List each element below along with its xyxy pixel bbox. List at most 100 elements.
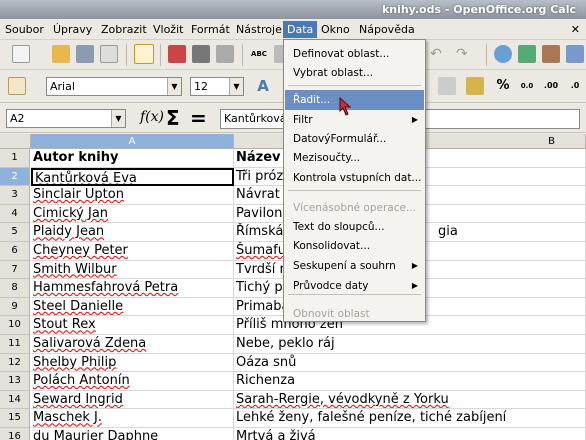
row-header[interactable]: 4 [0, 204, 30, 224]
author-cell[interactable]: Cimický Jan [31, 204, 234, 224]
author-cell[interactable]: Plaidy Jean [31, 223, 234, 242]
cell-text: Autor knihy [33, 150, 119, 165]
menu-vlozit[interactable]: Vložit [150, 22, 186, 37]
title-cell[interactable]: Mrtvá a živá [234, 428, 586, 440]
menu-upravy[interactable]: Úpravy [50, 22, 95, 37]
delete-decimal-icon[interactable]: .0 [566, 77, 584, 95]
data-menu-item: Obnovit oblast [285, 304, 424, 324]
row-header[interactable]: 16 [0, 428, 30, 440]
close-document-icon[interactable]: ✕ [571, 23, 580, 36]
author-cell[interactable]: Smith Wilbur [31, 260, 234, 280]
chevron-down-icon[interactable]: ▼ [167, 78, 181, 95]
row-header[interactable]: 14 [0, 390, 30, 410]
menu-nastroje[interactable]: Nástroje [233, 22, 285, 37]
row-header[interactable]: 11 [0, 335, 30, 354]
add-decimal-icon[interactable]: .00 [542, 77, 560, 95]
standard-format-icon[interactable]: 0.0 [518, 77, 536, 95]
chart-icon[interactable] [566, 45, 584, 63]
menu-soubor[interactable]: Soubor [2, 22, 47, 37]
author-cell[interactable]: Sinclair Upton [31, 186, 234, 205]
data-menu-item[interactable]: DatovýFormulář... [285, 129, 424, 149]
spellcheck-icon[interactable]: ABC [250, 45, 268, 63]
row-header[interactable]: 2 [0, 167, 30, 187]
hyperlink-icon[interactable] [494, 45, 512, 63]
sort-ascending-icon[interactable] [518, 45, 536, 63]
author-cell[interactable]: Steel Danielle [31, 297, 234, 317]
currency-format-icon[interactable] [466, 77, 484, 95]
author-cell[interactable]: Seward Ingrid [31, 390, 234, 410]
author-cell[interactable]: Shelby Philip [31, 353, 234, 373]
new-document-icon[interactable] [12, 45, 30, 63]
row-header[interactable]: 5 [0, 223, 30, 242]
title-cell[interactable]: Nebe, peklo ráj [234, 335, 586, 354]
menu-okno[interactable]: Okno [318, 22, 353, 37]
open-icon[interactable] [52, 45, 70, 63]
font-size-combo[interactable]: 12 ▼ [190, 77, 244, 96]
font-color-a-icon[interactable]: A [254, 77, 272, 95]
author-cell[interactable]: Kantůrková Eva [31, 167, 234, 187]
title-cell[interactable]: Richenza [234, 372, 586, 391]
data-menu-item[interactable]: Konsolidovat... [285, 236, 424, 256]
align-icon[interactable] [438, 77, 456, 95]
menu-napoveda[interactable]: Nápověda [356, 22, 418, 37]
mouse-cursor-icon [339, 97, 352, 116]
row-header[interactable]: 7 [0, 260, 30, 280]
row-header[interactable]: 1 [0, 149, 30, 168]
data-menu-item[interactable]: Vybrat oblast... [285, 63, 424, 83]
edit-file-icon[interactable] [134, 44, 154, 64]
data-menu-item[interactable]: Průvodce daty ▶ [285, 276, 424, 296]
select-all-corner[interactable] [0, 134, 31, 149]
print-icon[interactable] [192, 45, 210, 63]
sum-icon[interactable]: Σ [166, 106, 180, 130]
sort-descending-icon[interactable] [542, 45, 560, 63]
row-header[interactable]: 3 [0, 186, 30, 205]
page-preview-icon[interactable] [216, 45, 234, 63]
toolbar-separator [160, 44, 161, 66]
data-menu-item[interactable]: Definovat oblast... [285, 44, 424, 64]
header-cell-author[interactable]: Autor knihy [31, 149, 234, 168]
author-cell[interactable]: Stout Rex [31, 316, 234, 335]
email-icon[interactable] [100, 45, 118, 63]
chevron-down-icon[interactable]: ▼ [111, 110, 125, 127]
redo-icon[interactable]: ↷ [456, 45, 474, 63]
row-header[interactable]: 13 [0, 372, 30, 391]
row-header[interactable]: 6 [0, 242, 30, 261]
data-menu-item[interactable]: Text do sloupců... [285, 217, 424, 237]
data-menu-item[interactable]: Seskupení a souhrn ▶ [285, 256, 424, 276]
menu-zobrazit[interactable]: Zobrazit [98, 22, 150, 37]
row-header[interactable]: 12 [0, 353, 30, 373]
row-header[interactable]: 9 [0, 297, 30, 317]
name-box[interactable]: A2 ▼ [6, 109, 126, 128]
font-name-combo[interactable]: Arial ▼ [46, 77, 182, 96]
author-cell[interactable]: Salivarová Zdena [31, 335, 234, 354]
data-menu-item[interactable]: Mezisoučty... [285, 148, 424, 168]
styles-icon[interactable] [8, 77, 26, 95]
export-pdf-icon[interactable] [168, 45, 186, 63]
undo-icon[interactable]: ↶ [430, 45, 448, 63]
menu-format[interactable]: Formát [188, 22, 233, 37]
menu-data[interactable]: Data [283, 21, 318, 38]
author-cell[interactable]: Polách Antonín [31, 372, 234, 391]
cell-text: Pavilon [236, 205, 283, 221]
author-cell[interactable]: Hammesfahrová Petra [31, 279, 234, 298]
save-icon[interactable] [76, 45, 94, 63]
row-header[interactable]: 15 [0, 409, 30, 428]
title-cell[interactable]: Lehké ženy, falešné peníze, tiché zabíje… [234, 409, 586, 428]
menu-item-label: Vybrat oblast... [293, 67, 374, 79]
chevron-down-icon[interactable]: ▼ [229, 78, 243, 95]
cell-text: Cimický Jan [33, 205, 109, 221]
function-wizard-icon[interactable]: f(x) [140, 109, 164, 125]
data-menu-item[interactable]: Kontrola vstupních dat... [285, 168, 424, 188]
title-cell[interactable]: Oáza snů [234, 353, 586, 373]
row-header[interactable]: 10 [0, 316, 30, 335]
author-cell[interactable]: du Maurier Daphne [31, 428, 234, 440]
column-header-a[interactable]: A [31, 134, 234, 149]
menu-item-label: Filtr [293, 114, 313, 126]
author-cell[interactable]: Maschek J. [31, 409, 234, 428]
author-cell[interactable]: Cheyney Peter [31, 242, 234, 261]
row-header[interactable]: 8 [0, 279, 30, 298]
title-cell[interactable]: Sarah-Rergie, vévodkyně z Yorku [234, 390, 586, 410]
formula-icon[interactable]: = [190, 106, 207, 130]
percent-format-icon[interactable]: % [494, 77, 512, 95]
toolbar-separator [486, 44, 487, 66]
